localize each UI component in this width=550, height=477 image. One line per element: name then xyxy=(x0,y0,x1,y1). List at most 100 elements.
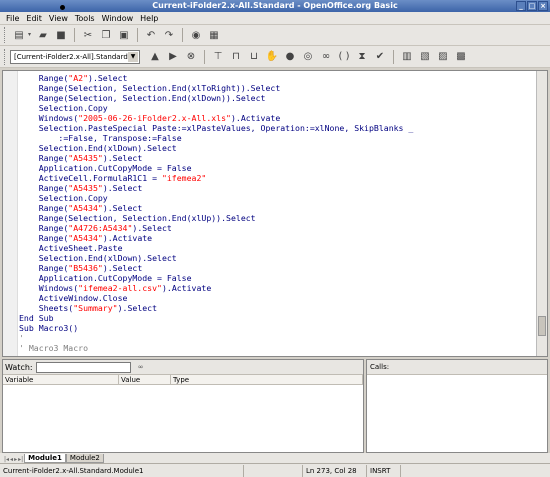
scrollbar-thumb[interactable] xyxy=(538,316,546,336)
watch-label: Watch: xyxy=(5,362,33,372)
code-token: ).Select xyxy=(102,183,143,193)
code-editor[interactable]: Range("A2").Select Range(Selection, Sele… xyxy=(2,70,548,357)
close-button[interactable]: × xyxy=(538,1,548,11)
open-folder-icon[interactable]: ▰ xyxy=(36,28,50,42)
code-line[interactable]: ActiveSheet.Paste xyxy=(19,243,535,253)
code-line[interactable]: Application.CutCopyMode = False xyxy=(19,163,535,173)
status-insert-mode[interactable]: INSRT xyxy=(367,464,401,477)
code-token: Windows( xyxy=(19,113,79,123)
menu-edit[interactable]: Edit xyxy=(26,14,42,23)
code-line[interactable]: ActiveWindow.Close xyxy=(19,293,535,303)
code-token: Selection.End(xlDown).Select xyxy=(19,143,177,153)
maximize-button[interactable]: □ xyxy=(527,1,537,11)
tab-prev-icon[interactable]: ◂ xyxy=(10,456,13,463)
code-line[interactable]: ' xyxy=(19,333,535,343)
code-token: Selection.End(xlDown).Select xyxy=(19,253,177,263)
new-dropdown-arrow-icon[interactable]: ▾ xyxy=(28,28,34,42)
column-value[interactable]: Value xyxy=(119,375,171,384)
code-line[interactable]: Sheets("Summary").Select xyxy=(19,303,535,313)
code-line[interactable]: Selection.PasteSpecial Paste:=xlPasteVal… xyxy=(19,123,535,133)
insert-source-icon[interactable]: ▥ xyxy=(400,50,414,64)
toolbar-separator xyxy=(204,49,205,64)
code-line[interactable]: Selection.End(xlDown).Select xyxy=(19,253,535,263)
enable-watch-icon[interactable]: ◎ xyxy=(301,50,315,64)
status-bar: Current-iFolder2.x-All.Standard.Module1 … xyxy=(0,463,550,477)
breakpoint-icon[interactable]: ✋ xyxy=(265,50,279,64)
menu-help[interactable]: Help xyxy=(140,14,158,23)
code-line[interactable]: Application.CutCopyMode = False xyxy=(19,273,535,283)
menu-file[interactable]: File xyxy=(6,14,19,23)
glasses-icon[interactable]: ∞ xyxy=(319,50,333,64)
run-icon[interactable]: ▶ xyxy=(166,50,180,64)
redo-icon[interactable]: ↷ xyxy=(162,28,176,42)
step-into-icon[interactable]: ⊤ xyxy=(211,50,225,64)
minimize-button[interactable]: _ xyxy=(516,1,526,11)
chevron-down-icon[interactable]: ▼ xyxy=(128,51,138,62)
code-line[interactable]: Selection.End(xlDown).Select xyxy=(19,143,535,153)
code-line[interactable]: Selection.Copy xyxy=(19,103,535,113)
paste-icon[interactable]: ▣ xyxy=(117,28,131,42)
code-line[interactable]: ' Macro3 Macro xyxy=(19,343,535,353)
code-line[interactable]: Range("A5435").Select xyxy=(19,183,535,193)
tab-first-icon[interactable]: |◂ xyxy=(4,456,9,463)
undo-icon[interactable]: ↶ xyxy=(144,28,158,42)
export-dialog-icon[interactable]: ▩ xyxy=(454,50,468,64)
step-out-icon[interactable]: ⊔ xyxy=(247,50,261,64)
code-token: ).Select xyxy=(117,303,158,313)
code-token: "A4726:A5434" xyxy=(68,223,133,233)
save-source-icon[interactable]: ▧ xyxy=(418,50,432,64)
remove-watch-icon[interactable]: ∞ xyxy=(134,362,148,373)
tab-module2[interactable]: Module2 xyxy=(65,454,104,463)
code-line[interactable]: Range(Selection, Selection.End(xlDown)).… xyxy=(19,93,535,103)
code-line[interactable]: Range("A2").Select xyxy=(19,73,535,83)
import-dialog-icon[interactable]: ▨ xyxy=(436,50,450,64)
code-token: Application.CutCopyMode = False xyxy=(19,163,192,173)
find-parentheses-icon[interactable]: ( ) xyxy=(337,50,351,64)
compile-icon[interactable]: ▲ xyxy=(148,50,162,64)
code-line[interactable]: Windows("ifemea2-all.csv").Activate xyxy=(19,283,535,293)
code-line[interactable]: Range("A5434").Activate xyxy=(19,233,535,243)
menu-window[interactable]: Window xyxy=(102,14,134,23)
code-line[interactable]: :=False, Transpose:=False xyxy=(19,133,535,143)
code-token: Selection.PasteSpecial Paste:=xlPasteVal… xyxy=(19,123,414,133)
code-line[interactable]: Range(Selection, Selection.End(xlToRight… xyxy=(19,83,535,93)
new-document-icon[interactable]: ▤ xyxy=(12,28,26,42)
copy-icon[interactable]: ❐ xyxy=(99,28,113,42)
code-token: "A2" xyxy=(68,73,89,83)
menu-view[interactable]: View xyxy=(49,14,68,23)
code-line[interactable]: Selection.Copy xyxy=(19,193,535,203)
toolbar-grip[interactable] xyxy=(4,27,7,43)
watch-input[interactable] xyxy=(35,361,131,373)
code-line[interactable]: Range("A5434").Select xyxy=(19,203,535,213)
stop-icon[interactable]: ⊗ xyxy=(184,50,198,64)
column-variable[interactable]: Variable xyxy=(3,375,119,384)
code-area[interactable]: Range("A2").Select Range(Selection, Sele… xyxy=(19,73,535,353)
basic-ide-icon[interactable]: ⧗ xyxy=(355,50,369,64)
save-icon[interactable]: ■ xyxy=(54,28,68,42)
code-token: ).Select xyxy=(102,263,143,273)
breakpoint-gutter[interactable] xyxy=(3,71,18,356)
step-over-icon[interactable]: ⊓ xyxy=(229,50,243,64)
code-line[interactable]: End Sub xyxy=(19,313,535,323)
column-type[interactable]: Type xyxy=(171,375,363,384)
code-token: Range( xyxy=(19,223,69,233)
code-line[interactable]: ActiveCell.FormulaR1C1 = "ifemea2" xyxy=(19,173,535,183)
code-line[interactable]: Windows("2005-06-26-iFolder2.x-All.xls")… xyxy=(19,113,535,123)
navigator-icon[interactable]: ◉ xyxy=(189,28,203,42)
code-line[interactable]: Sub Macro3() xyxy=(19,323,535,333)
vertical-scrollbar[interactable] xyxy=(536,71,547,356)
code-line[interactable]: Range("B5436").Select xyxy=(19,263,535,273)
menu-tools[interactable]: Tools xyxy=(75,14,95,23)
toolbar-grip[interactable] xyxy=(4,48,7,65)
manage-breakpoints-icon[interactable]: ● xyxy=(283,50,297,64)
gallery-icon[interactable]: ▦ xyxy=(207,28,221,42)
tab-next-icon[interactable]: ▸ xyxy=(14,456,17,463)
cut-icon[interactable]: ✂ xyxy=(81,28,95,42)
select-macro-icon[interactable]: ✔ xyxy=(373,50,387,64)
code-line[interactable]: Range("A5435").Select xyxy=(19,153,535,163)
library-select[interactable]: [Current-iFolder2.x-All].Standard ▼ xyxy=(10,49,140,64)
tab-module1[interactable]: Module1 xyxy=(24,454,66,463)
tab-last-icon[interactable]: ▸| xyxy=(18,456,23,463)
code-line[interactable]: Range("A4726:A5434").Select xyxy=(19,223,535,233)
code-line[interactable]: Range(Selection, Selection.End(xlUp)).Se… xyxy=(19,213,535,223)
